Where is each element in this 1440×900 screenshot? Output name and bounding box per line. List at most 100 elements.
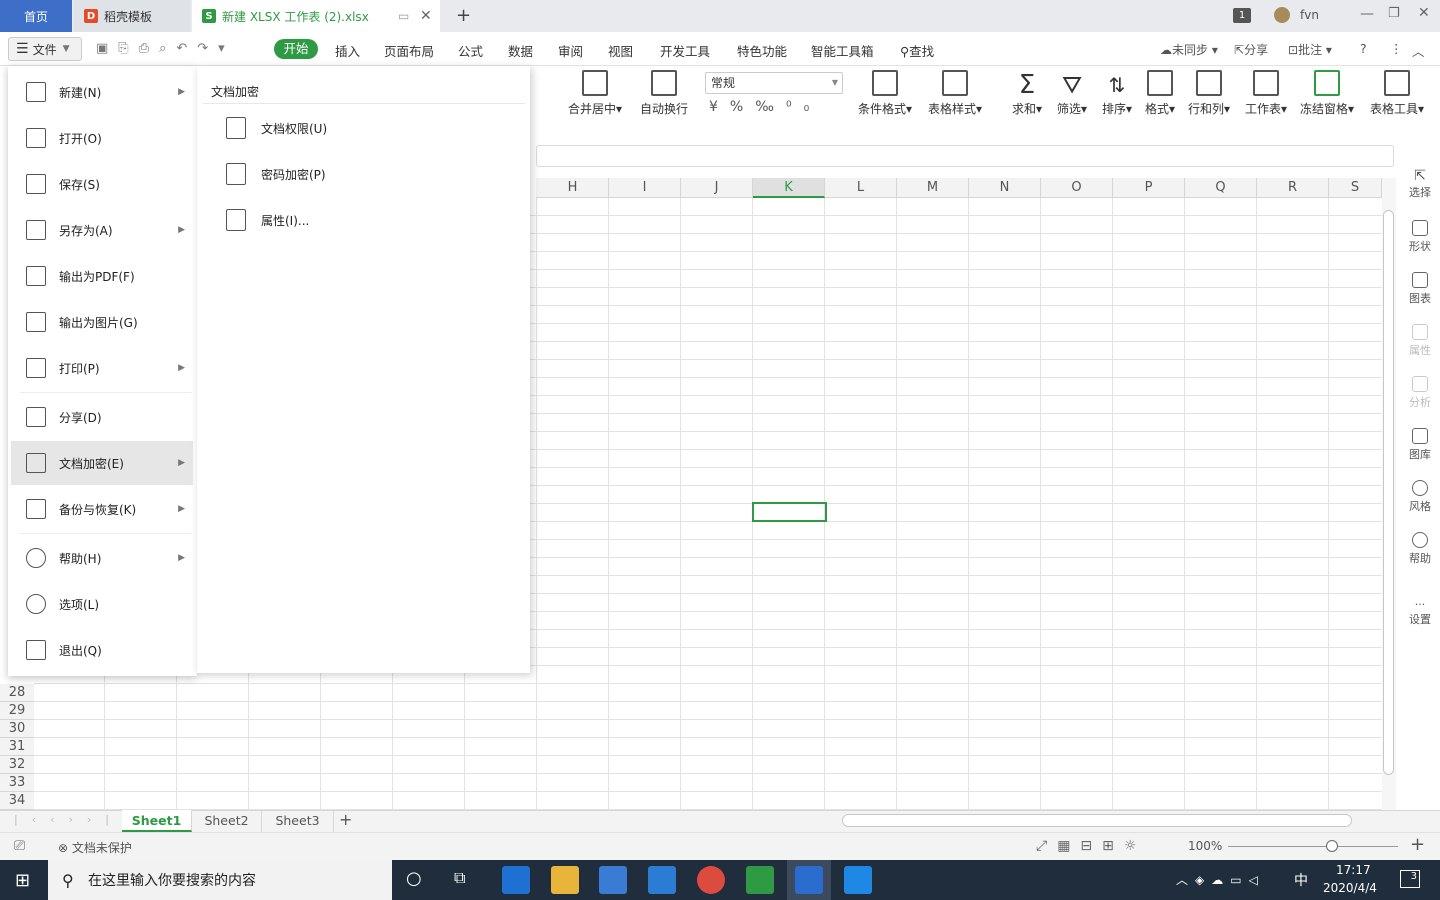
more-icon[interactable]: ⋮ [1390, 41, 1403, 56]
close-tab-icon[interactable]: ✕ [420, 8, 432, 24]
file-backup[interactable]: 备份与恢复(K) ▶ [11, 487, 193, 531]
tab-home[interactable]: 首页 [0, 0, 72, 32]
vertical-scroll-thumb[interactable] [1383, 210, 1394, 775]
edge-icon[interactable] [502, 866, 530, 894]
collapse-ribbon-icon[interactable]: ︿ [1412, 41, 1425, 60]
conditional-format-button[interactable]: 条件格式▾ [858, 70, 912, 117]
column-r[interactable]: R [1257, 178, 1329, 198]
panel-select[interactable]: ⇱ 选择 [1400, 168, 1440, 200]
quick-access-icons[interactable]: ▣⎘⎙⌕↶↷▾ [96, 41, 235, 56]
file-print[interactable]: 打印(P) ▶ [11, 346, 193, 390]
number-format-select[interactable]: 常规 ▼ [705, 72, 843, 94]
column-h[interactable]: H [537, 178, 609, 198]
doc-permission-item[interactable]: 文档权限(U) [226, 117, 327, 139]
view-mode-icons[interactable]: ⤢▦⊟⊞☼ [1036, 838, 1146, 854]
horizontal-scrollbar[interactable] [842, 814, 1352, 827]
sheet-tab-1[interactable]: Sheet1 [122, 810, 192, 832]
file-save-as[interactable]: 另存为(A) ▶ [11, 208, 193, 252]
row-33[interactable]: 33 [0, 774, 34, 792]
column-p[interactable]: P [1113, 178, 1185, 198]
panel-gallery[interactable]: 图库 [1400, 428, 1440, 462]
file-exit[interactable]: 退出(Q) [11, 628, 193, 672]
notification-badge[interactable]: 3 [1400, 870, 1420, 888]
tab-developer[interactable]: 开发工具 [660, 41, 710, 60]
cortana-icon[interactable]: ○ [406, 868, 422, 889]
tab-page-layout[interactable]: 页面布局 [384, 41, 434, 60]
tab-view[interactable]: 视图 [608, 41, 633, 60]
zoom-level[interactable]: 100% [1188, 839, 1222, 853]
panel-settings[interactable]: ··· 设置 [1400, 598, 1440, 627]
column-m[interactable]: M [897, 178, 969, 198]
tab-features[interactable]: 特色功能 [737, 41, 787, 60]
column-i[interactable]: I [609, 178, 681, 198]
avatar[interactable] [1274, 7, 1290, 23]
protect-status[interactable]: ⊗ 文档未保护 [58, 839, 132, 856]
column-o[interactable]: O [1041, 178, 1113, 198]
zoom-slider-thumb[interactable] [1326, 840, 1338, 852]
row-32[interactable]: 32 [0, 756, 34, 774]
clock-date[interactable]: 2020/4/4 [1323, 881, 1377, 895]
system-tray-icons[interactable]: ︿◈☁▭◁ [1176, 871, 1265, 888]
sum-button[interactable]: Σ 求和▾ [1012, 70, 1042, 117]
panel-style[interactable]: 风格 [1400, 480, 1440, 514]
sort-button[interactable]: ⇅ 排序▾ [1102, 70, 1132, 117]
tab-formula[interactable]: 公式 [458, 41, 483, 60]
phone-app-icon[interactable] [844, 866, 872, 894]
tab-review[interactable]: 审阅 [558, 41, 583, 60]
column-s[interactable]: S [1329, 178, 1382, 198]
wrap-text-button[interactable]: 自动换行 [640, 70, 688, 117]
column-j[interactable]: J [681, 178, 753, 198]
window-count-badge[interactable]: 1 [1233, 8, 1251, 23]
filter-button[interactable]: ⛛ 筛选▾ [1057, 70, 1087, 117]
file-share[interactable]: 分享(D) [11, 395, 193, 439]
find-button[interactable]: ⚲查找 [900, 41, 934, 60]
ime-indicator[interactable]: 中 [1294, 870, 1308, 890]
merge-center-button[interactable]: 合并居中▾ [568, 70, 622, 117]
macro-icon[interactable]: ⎚ [14, 838, 25, 854]
row-col-button[interactable]: 行和列▾ [1188, 70, 1230, 117]
app-icon[interactable] [746, 866, 774, 894]
file-options[interactable]: 选项(L) [11, 582, 193, 626]
panel-help[interactable]: 帮助 [1400, 532, 1440, 566]
panel-properties[interactable]: 属性 [1400, 324, 1440, 358]
table-tools-button[interactable]: 表格工具▾ [1370, 70, 1424, 117]
file-save[interactable]: 保存(S) [11, 162, 193, 206]
sheet-tab-3[interactable]: Sheet3 [262, 810, 334, 832]
freeze-panes-button[interactable]: 冻结窗格▾ [1300, 70, 1354, 117]
panel-chart[interactable]: 图表 [1400, 272, 1440, 306]
sheet-nav-arrows[interactable]: |‹‹››| [14, 813, 123, 826]
worksheet-button[interactable]: 工作表▾ [1245, 70, 1287, 117]
mail-icon[interactable] [648, 866, 676, 894]
file-export-pdf[interactable]: 输出为PDF(F) [11, 254, 193, 298]
formula-bar[interactable] [536, 145, 1394, 167]
minimize-icon[interactable]: — [1360, 6, 1374, 22]
pin-icon[interactable]: ▭ [398, 9, 409, 23]
comment-button[interactable]: ⊡批注 ▾ [1288, 41, 1332, 58]
tab-daoke[interactable]: D 稻壳模板 [74, 0, 190, 32]
wps-taskbar-active[interactable] [787, 860, 831, 900]
clock-time[interactable]: 17:17 [1336, 863, 1371, 877]
tab-start[interactable]: 开始 [274, 39, 318, 59]
row-30[interactable]: 30 [0, 720, 34, 738]
sheet-tab-2[interactable]: Sheet2 [192, 810, 262, 832]
column-l[interactable]: L [825, 178, 897, 198]
tab-data[interactable]: 数据 [508, 41, 533, 60]
file-new[interactable]: 新建(N) ▶ [11, 70, 193, 114]
task-view-icon[interactable]: ⧉ [454, 868, 465, 888]
properties-item[interactable]: 属性(I)... [226, 209, 309, 231]
taskbar-search[interactable]: ⚲ 在这里输入你要搜索的内容 [48, 860, 392, 900]
column-k[interactable]: K [753, 178, 825, 198]
number-format-tools[interactable]: ¥%‰⁰₀ [709, 99, 821, 115]
file-menu-button[interactable]: ☰ 文件 ▼ [8, 37, 82, 61]
chrome-icon[interactable] [697, 866, 725, 894]
row-34[interactable]: 34 [0, 792, 34, 810]
username[interactable]: fvn [1300, 8, 1319, 22]
format-button[interactable]: 格式▾ [1145, 70, 1175, 117]
sync-status[interactable]: ☁未同步 ▾ [1160, 41, 1218, 58]
zoom-slider[interactable] [1228, 846, 1398, 847]
password-encrypt-item[interactable]: 密码加密(P) [226, 163, 326, 185]
store-icon[interactable] [599, 866, 627, 894]
file-explorer-icon[interactable] [551, 866, 579, 894]
zoom-in-button[interactable]: + [1410, 834, 1425, 855]
new-tab-button[interactable]: + [456, 5, 471, 26]
